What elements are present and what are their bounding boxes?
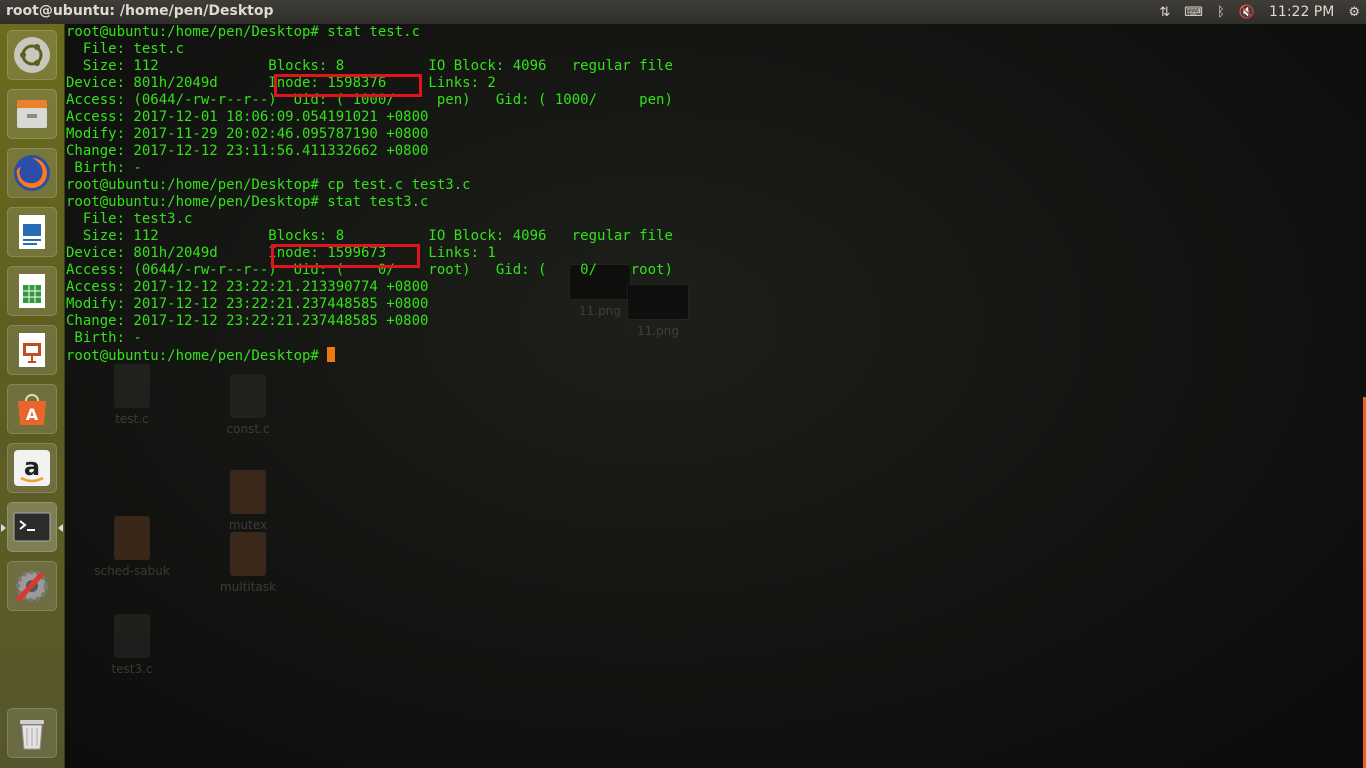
indicator-area: ⇅ ⌨ ᛒ 🔇 11:22 PM ⚙ xyxy=(1159,0,1360,24)
terminal-line: Birth: - xyxy=(66,330,142,346)
desktop: test.c const.c mutex sched-sabuk multita… xyxy=(65,24,1366,768)
terminal-line: Birth: - xyxy=(66,160,142,176)
gear-icon[interactable]: ⚙ xyxy=(1348,5,1360,20)
top-panel: root@ubuntu: /home/pen/Desktop ⇅ ⌨ ᛒ 🔇 1… xyxy=(0,0,1366,24)
keyboard-icon[interactable]: ⌨ xyxy=(1184,5,1203,20)
volume-muted-icon[interactable]: 🔇 xyxy=(1239,5,1255,20)
firefox-icon xyxy=(14,155,50,191)
terminal-button[interactable] xyxy=(7,502,57,552)
running-indicator xyxy=(1,524,6,532)
clock[interactable]: 11:22 PM xyxy=(1269,4,1334,20)
terminal-line: Device: 801h/2049d Inode: 1599673 Links:… xyxy=(66,245,496,261)
terminal-line: Size: 112 Blocks: 8 IO Block: 4096 regul… xyxy=(66,58,673,74)
system-settings-button[interactable] xyxy=(7,561,57,611)
terminal-line: Change: 2017-12-12 23:11:56.411332662 +0… xyxy=(66,143,429,159)
terminal-cursor xyxy=(327,347,336,362)
system-settings-icon xyxy=(16,570,48,602)
terminal-line: Access: 2017-12-12 23:22:21.213390774 +0… xyxy=(66,279,429,295)
trash-button[interactable] xyxy=(7,708,57,758)
writer-icon xyxy=(19,215,45,249)
terminal-line: Change: 2017-12-12 23:22:21.237448585 +0… xyxy=(66,313,429,329)
terminal-prompt-line[interactable]: root@ubuntu:/home/pen/Desktop# xyxy=(66,347,1362,364)
terminal-output[interactable]: root@ubuntu:/home/pen/Desktop# stat test… xyxy=(66,24,1362,768)
terminal-line: Access: (0644/-rw-r--r--) Uid: ( 0/ root… xyxy=(66,262,673,278)
amazon-button[interactable]: a xyxy=(7,443,57,493)
impress-button[interactable] xyxy=(7,325,57,375)
focused-indicator xyxy=(58,524,63,532)
terminal-line: Device: 801h/2049d Inode: 1598376 Links:… xyxy=(66,75,496,91)
impress-icon xyxy=(19,333,45,367)
launcher: A a xyxy=(0,24,65,768)
terminal-line: Size: 112 Blocks: 8 IO Block: 4096 regul… xyxy=(66,228,673,244)
terminal-prompt: root@ubuntu:/home/pen/Desktop# xyxy=(66,348,328,364)
calc-button[interactable] xyxy=(7,266,57,316)
software-center-icon: A xyxy=(18,394,46,425)
terminal-icon xyxy=(13,512,51,542)
terminal-line: root@ubuntu:/home/pen/Desktop# stat test… xyxy=(66,194,429,210)
terminal-line: File: test.c xyxy=(66,41,185,57)
file-manager-icon xyxy=(17,100,47,128)
files-button[interactable] xyxy=(7,89,57,139)
amazon-icon: a xyxy=(14,450,50,486)
trash-icon xyxy=(20,720,44,750)
terminal-line: Access: 2017-12-01 18:06:09.054191021 +0… xyxy=(66,109,429,125)
ubuntu-logo-icon xyxy=(14,37,50,73)
terminal-line: File: test3.c xyxy=(66,211,193,227)
bluetooth-icon[interactable]: ᛒ xyxy=(1217,5,1225,20)
inode-highlight-box-2 xyxy=(271,244,420,268)
window-title: root@ubuntu: /home/pen/Desktop xyxy=(6,3,274,19)
firefox-button[interactable] xyxy=(7,148,57,198)
svg-text:a: a xyxy=(24,453,40,481)
terminal-line: Modify: 2017-12-12 23:22:21.237448585 +0… xyxy=(66,296,429,312)
writer-button[interactable] xyxy=(7,207,57,257)
inode-highlight-box-1 xyxy=(274,74,422,97)
terminal-line: Access: (0644/-rw-r--r--) Uid: ( 1000/ p… xyxy=(66,92,673,108)
terminal-line: root@ubuntu:/home/pen/Desktop# cp test.c… xyxy=(66,177,471,193)
ubuntu-dash-button[interactable] xyxy=(7,30,57,80)
software-center-button[interactable]: A xyxy=(7,384,57,434)
network-updown-icon[interactable]: ⇅ xyxy=(1159,5,1170,20)
calc-icon xyxy=(19,274,45,308)
terminal-line: root@ubuntu:/home/pen/Desktop# stat test… xyxy=(66,24,421,40)
terminal-line: Modify: 2017-11-29 20:02:46.095787190 +0… xyxy=(66,126,429,142)
svg-text:A: A xyxy=(26,405,39,424)
